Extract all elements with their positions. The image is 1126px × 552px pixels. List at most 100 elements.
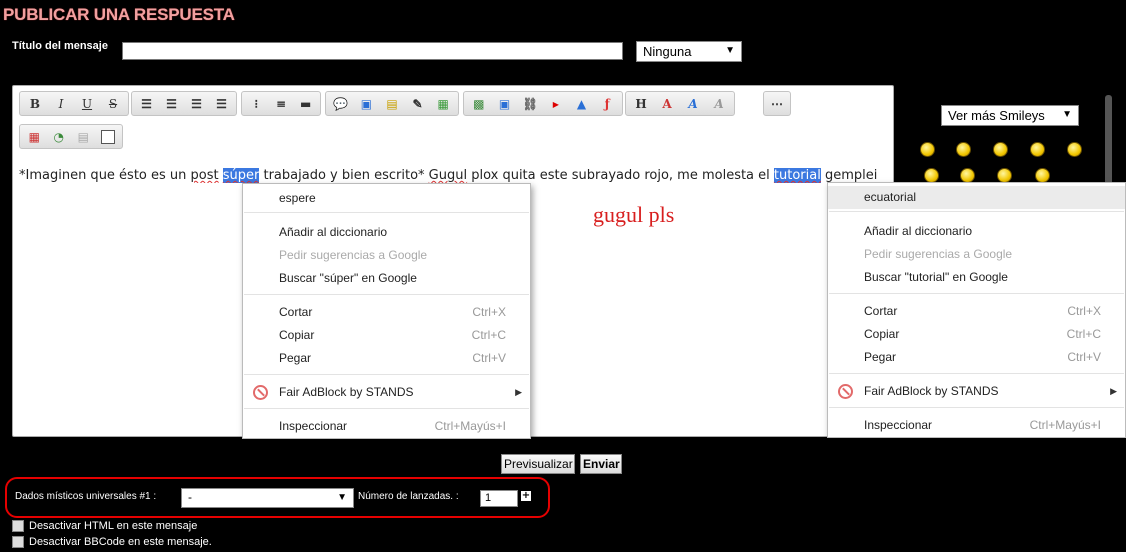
menu-item-copy[interactable]: Copiar Ctrl+C xyxy=(828,323,1125,346)
menu-item-label: Pegar xyxy=(279,351,312,365)
color-icon[interactable]: A xyxy=(654,93,680,114)
flash-icon[interactable]: ▲ xyxy=(569,93,595,114)
chevron-down-icon: ▼ xyxy=(1062,109,1072,120)
smileys-select[interactable]: Ver más Smileys ▼ xyxy=(941,105,1079,126)
disable-html-option[interactable]: Desactivar HTML en este mensaje xyxy=(12,520,197,532)
shortcut-label: Ctrl+X xyxy=(1067,304,1101,318)
menu-item-inspect[interactable]: Inspeccionar Ctrl+Mayús+I xyxy=(828,414,1125,437)
menu-item-cut[interactable]: Cortar Ctrl+X xyxy=(828,300,1125,323)
youtube-icon[interactable]: ▶ xyxy=(543,93,569,114)
menu-item-add-dictionary[interactable]: Añadir al diccionario xyxy=(243,221,530,244)
menu-item-paste[interactable]: Pegar Ctrl+V xyxy=(828,346,1125,369)
upload-icon[interactable]: ▣ xyxy=(492,93,518,114)
shortcut-label: Ctrl+C xyxy=(471,328,506,342)
toolbar-group-blocks: 💬 ▣ ▤ ✎ ▦ xyxy=(325,91,459,116)
menu-item-adblock[interactable]: Fair AdBlock by STANDS ▶ xyxy=(828,380,1125,403)
menu-divider xyxy=(829,211,1124,212)
menu-item-label: Pegar xyxy=(864,350,897,364)
smileys-select-label: Ver más Smileys xyxy=(948,108,1045,123)
menu-item-paste[interactable]: Pegar Ctrl+V xyxy=(243,347,530,370)
misspelled-word-gugul[interactable]: Gugul xyxy=(429,168,467,183)
shortcut-label: Ctrl+C xyxy=(1066,327,1101,341)
preview-button[interactable]: Previsualizar xyxy=(501,454,575,474)
misspelled-word-post[interactable]: post xyxy=(191,168,219,183)
menu-item-search-google[interactable]: Buscar "tutorial" en Google xyxy=(828,266,1125,289)
toolbar-group-extra: ▦ ◔ ▤ xyxy=(19,124,123,149)
menu-item-label: Buscar "tutorial" en Google xyxy=(864,270,1008,284)
smiley-icon[interactable] xyxy=(924,168,939,183)
send-button[interactable]: Enviar xyxy=(580,454,622,474)
disable-html-checkbox[interactable] xyxy=(12,520,24,532)
dice-label: Dados místicos universales #1 : xyxy=(15,491,157,502)
smiley-icon[interactable] xyxy=(993,142,1008,157)
smiley-icon[interactable] xyxy=(920,142,935,157)
toolbar-group-align: ☰ ☰ ☰ ☰ xyxy=(131,91,237,116)
menu-divider xyxy=(244,374,529,375)
menu-item-copy[interactable]: Copiar Ctrl+C xyxy=(243,324,530,347)
disable-bbcode-label: Desactivar BBCode en este mensaje. xyxy=(29,536,212,548)
link-icon[interactable]: ⛓ xyxy=(517,93,543,114)
menu-item-label: Inspeccionar xyxy=(279,419,348,433)
align-center-icon[interactable]: ☰ xyxy=(159,93,184,114)
bullet-list-icon[interactable]: ⁝ xyxy=(244,93,269,114)
toolbar-group-more: ⋯ xyxy=(763,91,791,116)
strike-button[interactable]: S xyxy=(100,93,126,114)
align-right-icon[interactable]: ☰ xyxy=(184,93,209,114)
submenu-arrow-icon: ▶ xyxy=(1110,386,1117,396)
adblock-icon xyxy=(838,384,853,399)
smiley-icon[interactable] xyxy=(956,142,971,157)
underline-button[interactable]: U xyxy=(74,93,100,114)
align-left-icon[interactable]: ☰ xyxy=(134,93,159,114)
toolbar-group-text: B I U S xyxy=(19,91,129,116)
menu-item-add-dictionary[interactable]: Añadir al diccionario xyxy=(828,220,1125,243)
menu-item-search-google[interactable]: Buscar "súper" en Google xyxy=(243,267,530,290)
smiley-icon[interactable] xyxy=(1035,168,1050,183)
paste-icon[interactable]: ▤ xyxy=(71,126,96,147)
disable-bbcode-checkbox[interactable] xyxy=(12,536,24,548)
menu-item-label: Fair AdBlock by STANDS xyxy=(279,385,414,399)
clear-format-icon[interactable]: A xyxy=(706,93,732,114)
calendar-icon[interactable]: ▦ xyxy=(22,126,47,147)
heading-button[interactable]: H xyxy=(628,93,654,114)
throws-input[interactable]: 1 xyxy=(480,490,518,507)
smiley-icon[interactable] xyxy=(1030,142,1045,157)
clock-icon[interactable]: ◔ xyxy=(47,126,72,147)
font-style-icon[interactable]: A xyxy=(680,93,706,114)
add-dice-button[interactable]: + xyxy=(521,491,531,501)
image-icon[interactable]: ▩ xyxy=(466,93,492,114)
menu-item-cut[interactable]: Cortar Ctrl+X xyxy=(243,301,530,324)
editor-content[interactable]: *Imaginen que ésto es un post súper trab… xyxy=(19,168,891,183)
numbered-list-icon[interactable]: ≡ xyxy=(269,93,294,114)
more-icon[interactable]: ⋯ xyxy=(766,93,788,114)
code-icon[interactable]: ▣ xyxy=(354,93,380,114)
menu-item-suggestion[interactable]: ecuatorial xyxy=(828,186,1125,209)
selected-word-super[interactable]: súper xyxy=(222,168,260,183)
page-title: PUBLICAR UNA RESPUESTA xyxy=(3,5,235,24)
dice-select[interactable]: - ▼ xyxy=(181,488,354,508)
subject-input[interactable] xyxy=(122,42,623,60)
smiley-icon[interactable] xyxy=(960,168,975,183)
shortcut-label: Ctrl+V xyxy=(472,351,506,365)
edit-note-icon[interactable]: ✎ xyxy=(405,93,431,114)
disable-bbcode-option[interactable]: Desactivar BBCode en este mensaje. xyxy=(12,536,212,548)
smiley-icon[interactable] xyxy=(997,168,1012,183)
justify-icon[interactable]: ☰ xyxy=(209,93,234,114)
smiley-icon[interactable] xyxy=(1067,142,1082,157)
menu-item-inspect[interactable]: Inspeccionar Ctrl+Mayús+I xyxy=(243,415,530,438)
horizontal-rule-icon[interactable]: ▬ xyxy=(293,93,318,114)
source-icon[interactable] xyxy=(96,126,121,147)
table-icon[interactable]: ▦ xyxy=(430,93,456,114)
smileys-scrollbar[interactable] xyxy=(1105,95,1112,185)
menu-item-adblock[interactable]: Fair AdBlock by STANDS ▶ xyxy=(243,381,530,404)
editor-text-3: plox quita este subrayado rojo, me moles… xyxy=(467,168,774,183)
menu-item-suggestion[interactable]: espere xyxy=(243,187,530,210)
bold-button[interactable]: B xyxy=(22,93,48,114)
menu-item-label: Fair AdBlock by STANDS xyxy=(864,384,999,398)
menu-divider xyxy=(244,212,529,213)
quote-icon[interactable]: 💬 xyxy=(328,93,354,114)
icon-select[interactable]: Ninguna ▼ xyxy=(636,41,742,62)
spoiler-icon[interactable]: ▤ xyxy=(379,93,405,114)
italic-button[interactable]: I xyxy=(48,93,74,114)
font-icon[interactable]: ƒ xyxy=(594,93,620,114)
selected-word-tutorial[interactable]: tutorial xyxy=(773,168,821,183)
